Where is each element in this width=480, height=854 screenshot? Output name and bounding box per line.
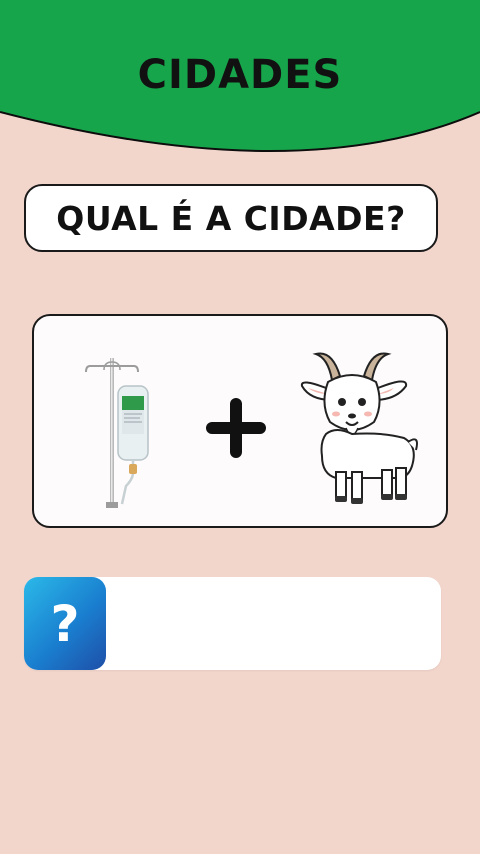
- puzzle-card: [32, 314, 448, 528]
- goat-icon: [300, 352, 418, 504]
- question-box: QUAL É A CIDADE?: [24, 184, 438, 252]
- plus-icon: [206, 398, 266, 458]
- question-mark-icon: ?: [24, 577, 106, 670]
- question-mark-glyph: ?: [50, 594, 80, 653]
- page-title: CIDADES: [137, 52, 343, 98]
- iv-drip-icon: [85, 358, 149, 508]
- question-text: QUAL É A CIDADE?: [56, 198, 406, 238]
